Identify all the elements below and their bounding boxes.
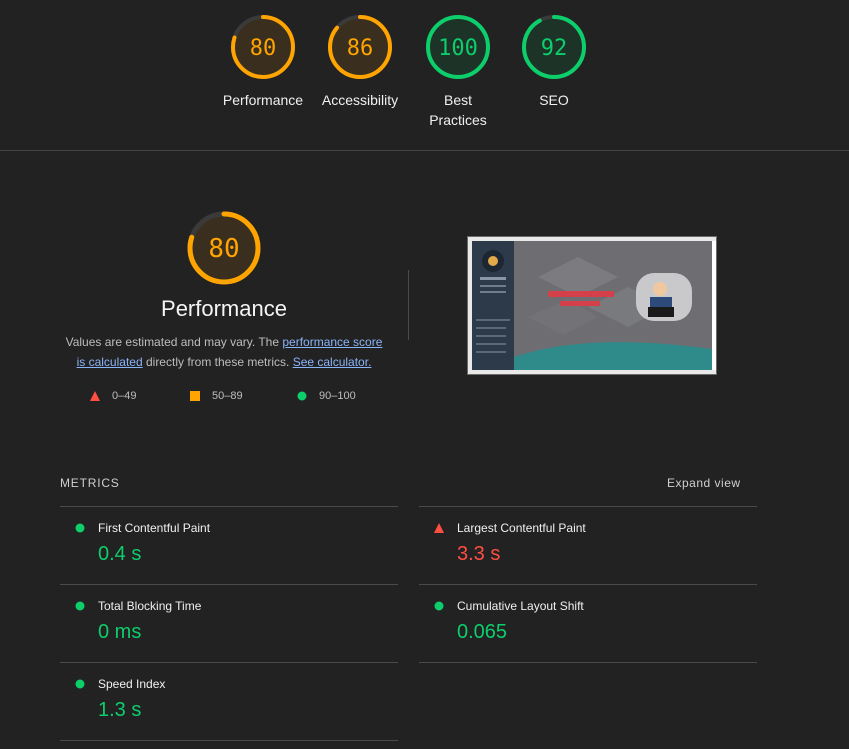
gauge-ring: 86 [328, 15, 392, 79]
see-calculator-link[interactable]: See calculator. [293, 355, 372, 369]
metric-value: 0.065 [457, 621, 508, 643]
gauge-score: 100 [438, 36, 478, 61]
circle-icon [75, 523, 85, 533]
gauge-ring: 80 [187, 211, 261, 285]
circle-icon [297, 391, 307, 401]
metric-name: First Contentful Paint [98, 521, 211, 535]
gauge-performance[interactable]: 80 Performance [213, 14, 313, 110]
gauge-ring: 80 [231, 15, 295, 79]
metric-name: Largest Contentful Paint [457, 521, 586, 535]
gauge-accessibility[interactable]: 86 Accessibility [310, 14, 410, 110]
gauge-label: SEO [539, 92, 569, 108]
page-screenshot-thumbnail[interactable] [467, 236, 717, 375]
performance-description: Values are estimated and may vary. The p… [60, 332, 388, 372]
gauge-ring: 100 [426, 15, 490, 79]
gauge-score: 86 [347, 36, 374, 61]
metric-name: Total Blocking Time [98, 599, 202, 613]
vertical-divider [408, 270, 409, 340]
gauge-label: Performance [222, 92, 304, 108]
metrics-heading: METRICS [60, 476, 120, 490]
metric-total-blocking-time: Total Blocking Time 0 ms [60, 584, 398, 662]
gauge-label: Accessibility [321, 92, 399, 108]
gauge-ring: 92 [522, 15, 586, 79]
gauge-score: 80 [250, 36, 277, 61]
circle-icon [75, 679, 85, 689]
legend-pass: 90–100 [297, 390, 356, 402]
metric-value: 1.3 s [98, 699, 142, 721]
metric-largest-contentful-paint: Largest Contentful Paint 3.3 s [419, 506, 757, 584]
performance-title: Performance [161, 296, 287, 321]
metric-first-contentful-paint: First Contentful Paint 0.4 s [60, 506, 398, 584]
gauge-label: Best Practices [429, 92, 487, 128]
legend-range: 90–100 [319, 390, 356, 402]
screenshot-image [468, 237, 716, 374]
gauge-score: 92 [541, 36, 568, 61]
square-icon [190, 391, 200, 401]
triangle-icon [90, 391, 100, 401]
legend-fail: 0–49 [90, 390, 136, 402]
gauge-best-practices[interactable]: 100 Best Practices [408, 14, 508, 130]
metric-value: 3.3 s [457, 543, 501, 565]
gauge-score: 80 [208, 234, 239, 264]
metric-name: Speed Index [98, 677, 166, 691]
legend-range: 0–49 [112, 390, 137, 402]
metric-name: Cumulative Layout Shift [457, 599, 584, 613]
circle-icon [434, 601, 444, 611]
performance-gauge-large: 80 [186, 210, 262, 291]
legend-range: 50–89 [212, 390, 243, 402]
metric-speed-index: Speed Index 1.3 s [60, 662, 398, 741]
metric-cumulative-layout-shift: Cumulative Layout Shift 0.065 [419, 584, 757, 663]
score-gauges-row: 80 Performance 86 Accessibility 100 Best… [0, 0, 849, 151]
expand-view-button[interactable]: Expand view [667, 476, 741, 490]
desc-text: directly from these metrics. [142, 355, 293, 369]
triangle-icon [434, 523, 444, 533]
desc-text: Values are estimated and may vary. The [65, 335, 283, 349]
legend-average: 50–89 [190, 390, 243, 402]
metric-value: 0 ms [98, 621, 142, 643]
gauge-seo[interactable]: 92 SEO [504, 14, 604, 110]
metric-value: 0.4 s [98, 543, 142, 565]
circle-icon [75, 601, 85, 611]
